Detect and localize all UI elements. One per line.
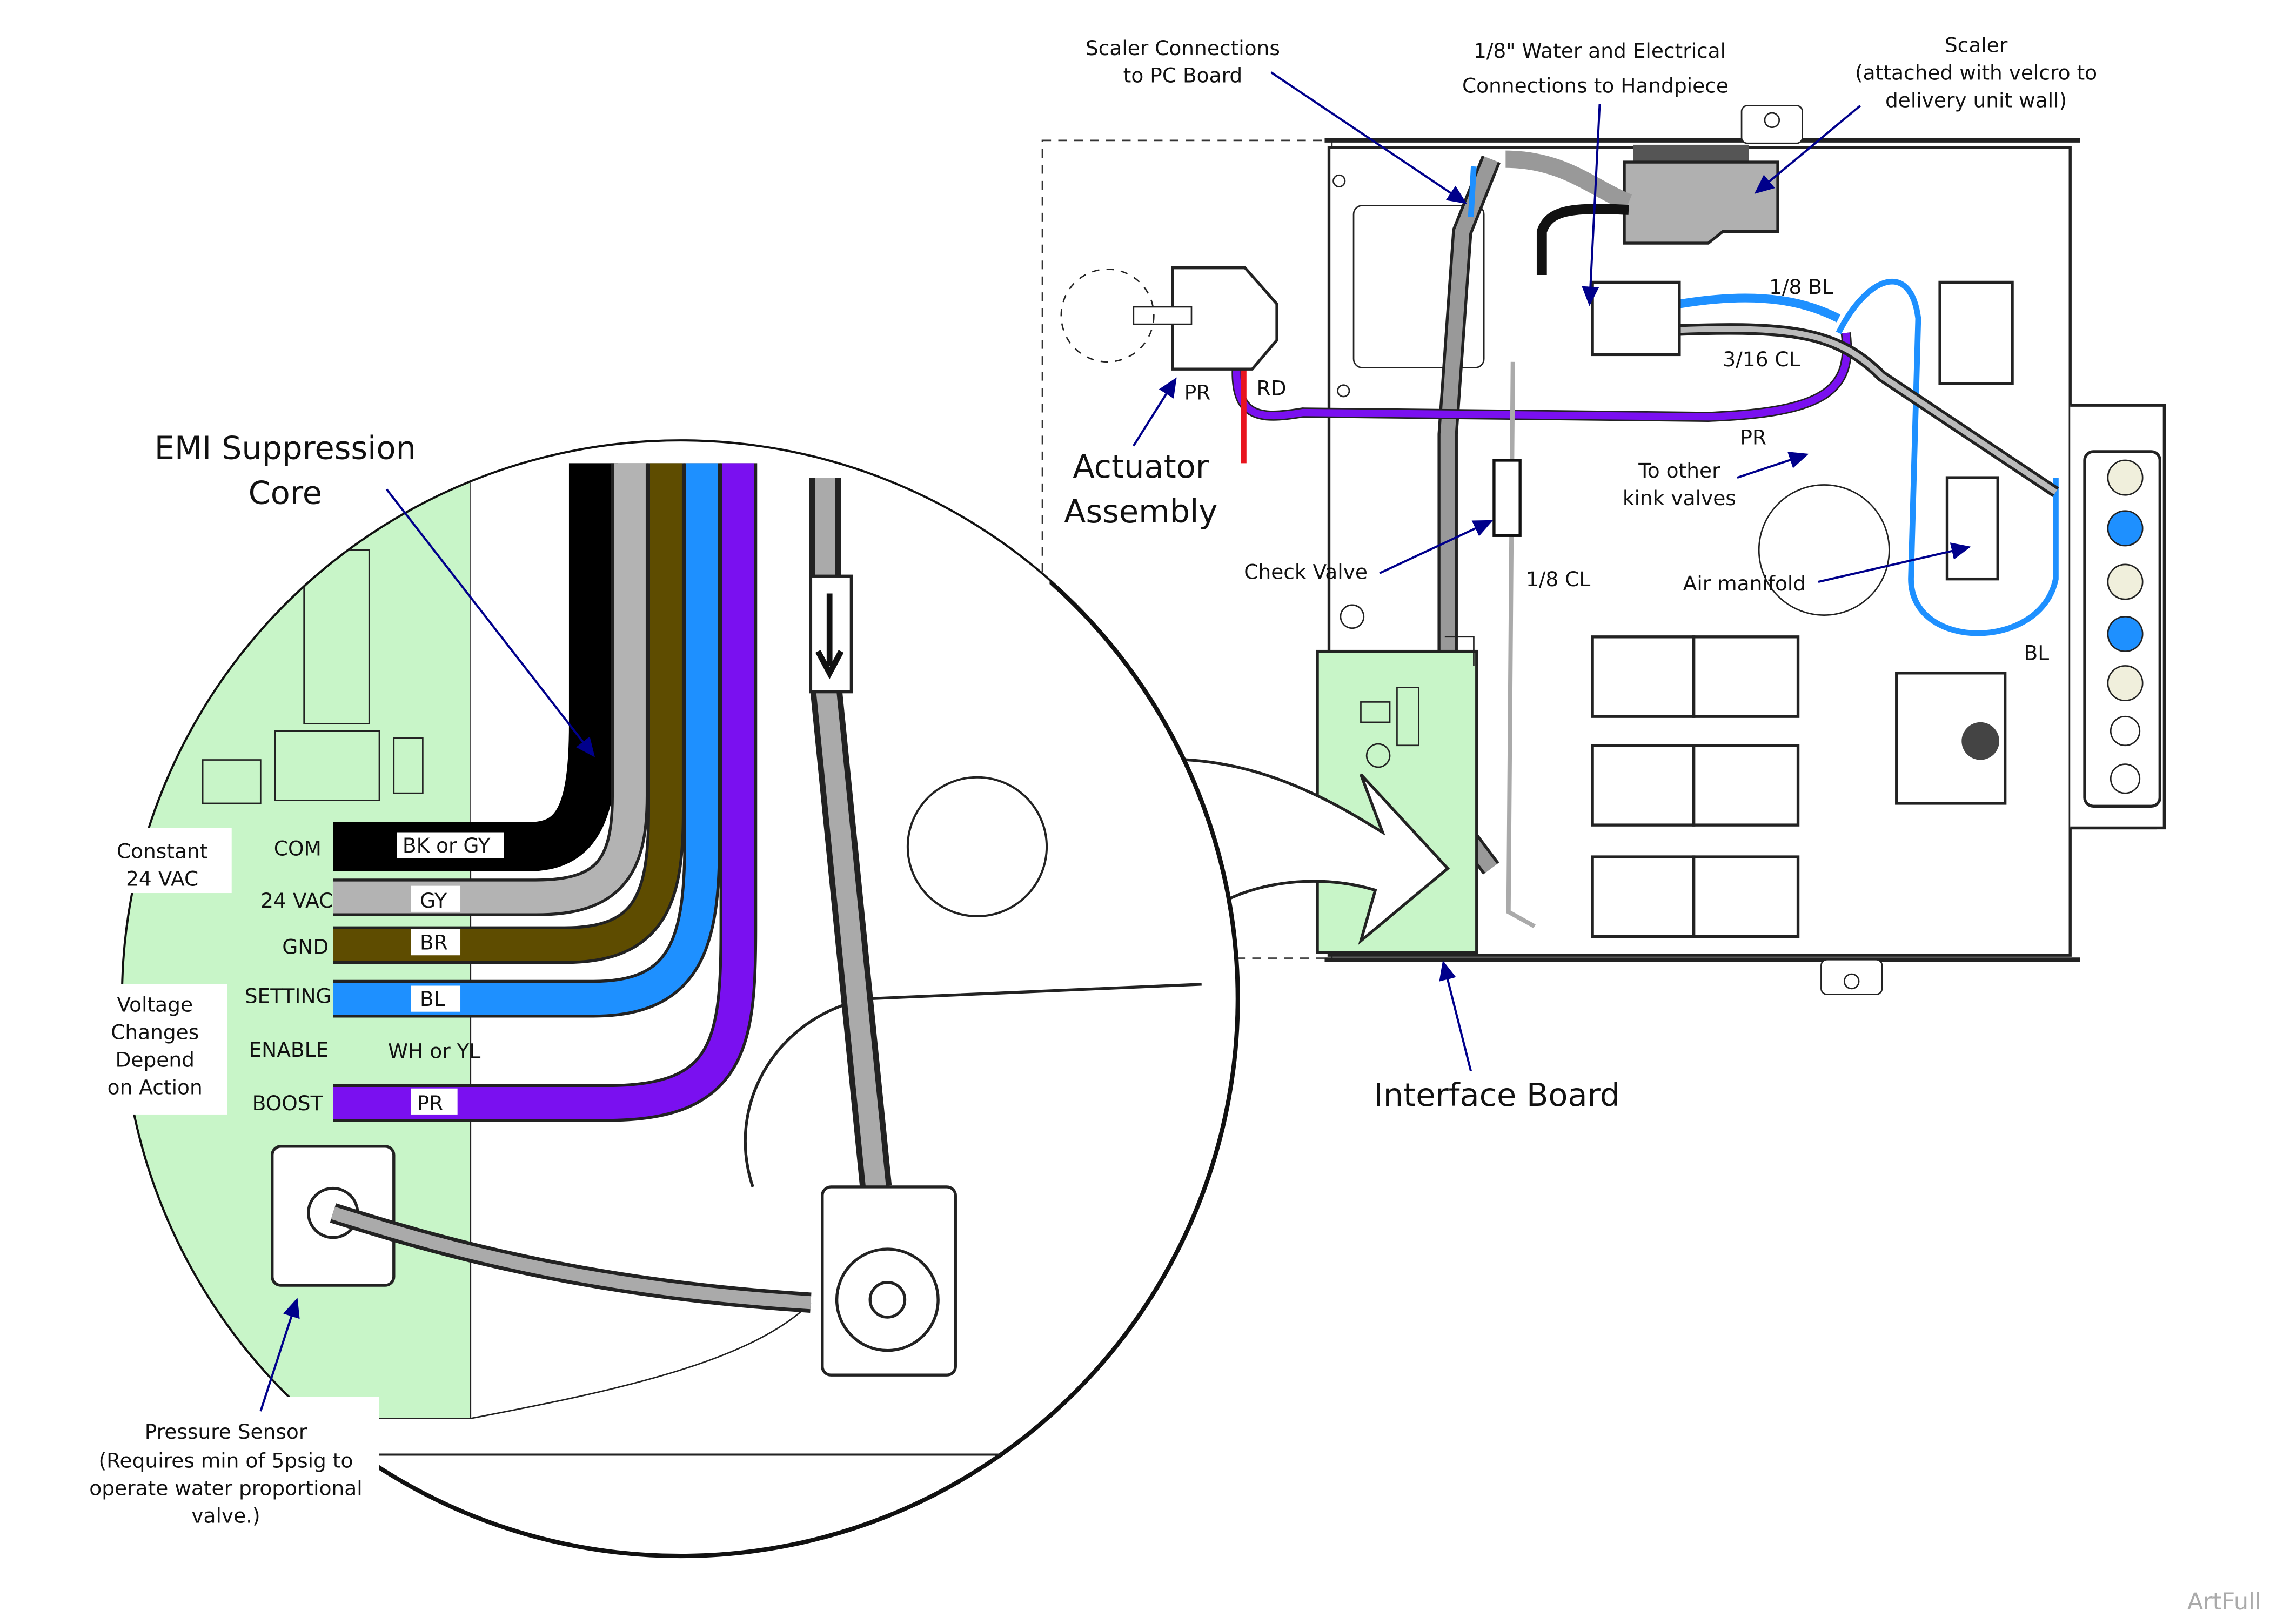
check-valve-label: Check Valve <box>1244 560 1368 584</box>
wire-color-enable: WH or YL <box>388 1039 480 1063</box>
signal-gnd: GND <box>282 935 329 959</box>
wire-color-gnd: BR <box>420 931 448 955</box>
tube-label-pr-actuator: PR <box>1184 380 1211 404</box>
tube-label-pr: PR <box>1740 425 1766 449</box>
signal-enable: ENABLE <box>249 1038 329 1062</box>
wire-color-boost: PR <box>417 1091 444 1115</box>
watermark: ArtFull <box>2187 1588 2261 1615</box>
emi-label-2: Core <box>249 474 322 511</box>
pressure-label-4: valve.) <box>191 1504 260 1527</box>
tube-label-bl: BL <box>2024 641 2049 665</box>
voltage-label-1: Voltage <box>117 993 193 1017</box>
wire-color-24vac: GY <box>420 889 447 912</box>
water-electrical-label-1: 1/8" Water and Electrical <box>1474 39 1726 63</box>
signal-setting: SETTING <box>245 984 332 1008</box>
emi-label-1: EMI Suppression <box>155 429 416 466</box>
scaler-label-3: delivery unit wall) <box>1885 88 2067 112</box>
voltage-label-2: Changes <box>111 1021 199 1044</box>
air-manifold <box>1945 476 1999 581</box>
tube-label-1-8-cl: 1/8 CL <box>1526 567 1590 591</box>
kink-valves-label-1: To other <box>1638 459 1720 482</box>
dental-unit-wiring-diagram: BK or GY GY BR BL WH or YL PR COM 24 VAC… <box>72 33 2261 1615</box>
actuator-assembly <box>1060 266 1278 371</box>
constant-label-1: Constant <box>117 840 208 863</box>
tube-label-1-8-bl: 1/8 BL <box>1769 275 1833 299</box>
scaler-connections-label-1: Scaler Connections <box>1086 36 1280 60</box>
scaler-label-2: (attached with velcro to <box>1855 61 2097 84</box>
signal-com: COM <box>274 836 322 860</box>
pressure-label-1: Pressure Sensor <box>145 1420 307 1444</box>
check-valve <box>1492 459 1522 537</box>
signal-24vac: 24 VAC <box>260 889 333 912</box>
tube-label-3-16-cl: 3/16 CL <box>1723 347 1800 371</box>
water-electrical-label-2: Connections to Handpiece <box>1462 73 1729 97</box>
constant-label-2: 24 VAC <box>126 867 198 891</box>
actuator-label-1: Actuator <box>1073 448 1209 485</box>
air-manifold-label: Air manifold <box>1683 572 1806 595</box>
wire-color-setting: BL <box>420 987 445 1011</box>
wire-color-com: BK or GY <box>403 834 491 857</box>
handpiece-holders <box>2083 450 2162 808</box>
pressure-label-3: operate water proportional <box>89 1477 362 1500</box>
voltage-label-4: on Action <box>108 1075 203 1099</box>
pressure-label-2: (Requires min of 5psig to <box>99 1449 353 1473</box>
interface-board-label: Interface Board <box>1374 1076 1620 1113</box>
actuator-label-2: Assembly <box>1064 493 1217 530</box>
signal-boost: BOOST <box>252 1091 324 1115</box>
kink-valves-label-2: kink valves <box>1623 486 1736 510</box>
tube-label-rd: RD <box>1257 376 1287 400</box>
voltage-label-3: Depend <box>116 1048 195 1072</box>
scaler-label-1: Scaler <box>1945 33 2008 57</box>
scaler-connections-label-2: to PC Board <box>1123 64 1243 88</box>
